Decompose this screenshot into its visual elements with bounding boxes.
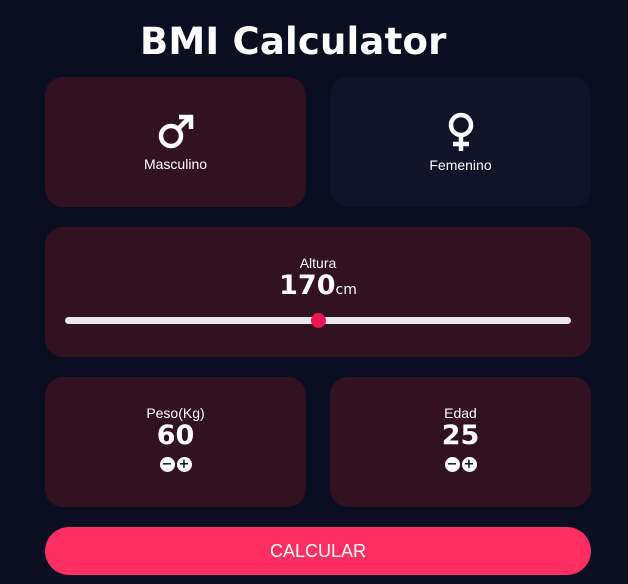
gender-male-label: Masculino <box>143 156 208 172</box>
gender-card-male[interactable]: Masculino <box>45 77 306 207</box>
page-title: BMI Calculator <box>140 20 447 63</box>
weight-decrement-button[interactable]: − <box>159 457 175 472</box>
age-decrement-button[interactable]: − <box>444 457 460 472</box>
male-symbol-icon <box>158 114 193 149</box>
height-slider-thumb[interactable] <box>310 313 326 328</box>
height-label: Altura <box>299 255 337 271</box>
weight-label: Peso(Kg) <box>146 405 205 421</box>
age-label: Edad <box>444 405 477 421</box>
calculate-button[interactable]: CALCULAR <box>45 527 591 575</box>
height-value-display: 170cm <box>279 271 357 305</box>
height-card: Altura 170cm <box>45 227 591 357</box>
female-symbol-icon <box>448 112 473 151</box>
height-value: 170 <box>279 270 336 301</box>
age-increment-button[interactable]: + <box>461 457 477 472</box>
age-value: 25 <box>441 420 480 451</box>
age-card: Edad 25 − + <box>330 377 591 507</box>
age-stepper: − + <box>444 457 477 472</box>
weight-increment-button[interactable]: + <box>176 457 192 472</box>
weight-value: 60 <box>156 420 195 451</box>
height-unit: cm <box>335 282 357 298</box>
weight-stepper: − + <box>159 457 192 472</box>
gender-female-label: Femenino <box>429 157 492 173</box>
gender-card-female[interactable]: Femenino <box>330 77 591 207</box>
weight-card: Peso(Kg) 60 − + <box>45 377 306 507</box>
